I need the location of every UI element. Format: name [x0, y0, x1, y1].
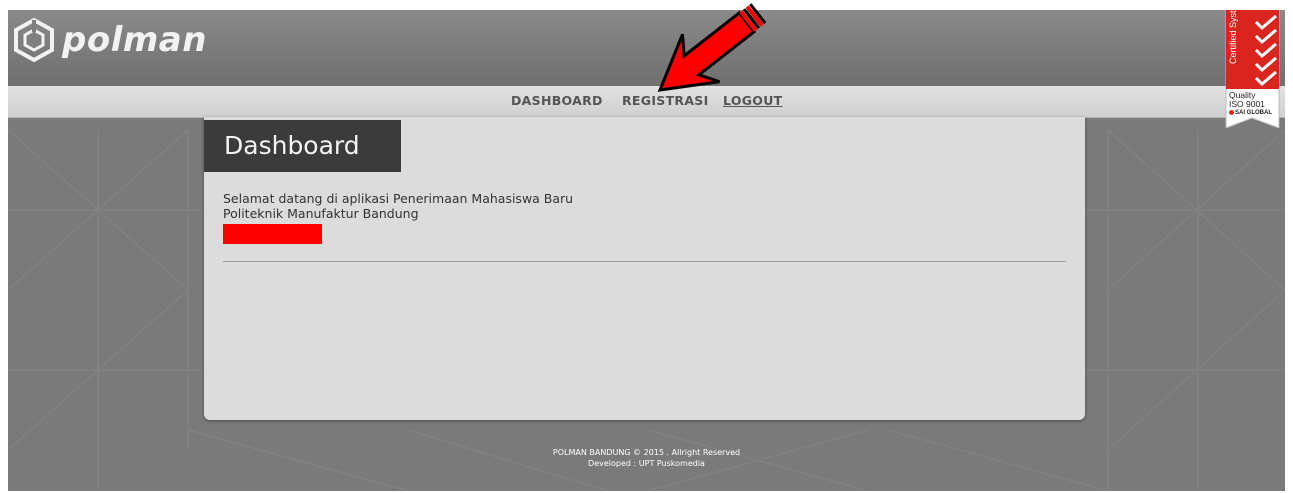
- welcome-message: Selamat datang di aplikasi Penerimaan Ma…: [223, 191, 573, 221]
- iso-certification-badge: Certified System Quality ISO 9001 SAI GL…: [1224, 10, 1281, 128]
- nav-dashboard[interactable]: DASHBOARD: [511, 93, 603, 108]
- nav-logout[interactable]: LOGOUT: [723, 93, 783, 108]
- welcome-line-1: Selamat datang di aplikasi Penerimaan Ma…: [223, 191, 574, 206]
- badge-org: SAI GLOBAL: [1229, 110, 1272, 116]
- polman-hexagon-logo-icon: [14, 17, 54, 63]
- footer-copyright: POLMAN BANDUNG © 2015 . Allright Reserve…: [552, 448, 741, 457]
- footer: POLMAN BANDUNG © 2015 . Allright Reserve…: [8, 447, 1285, 469]
- brand-logo[interactable]: polman: [12, 16, 207, 64]
- main-nav: DASHBOARD REGISTRASI LOGOUT: [8, 86, 1285, 118]
- header-bar: polman: [8, 10, 1285, 86]
- welcome-line-2: Politeknik Manufaktur Bandung: [223, 206, 419, 221]
- nav-registrasi[interactable]: REGISTRASI: [622, 93, 709, 108]
- badge-label: Quality ISO 9001 SAI GLOBAL: [1226, 89, 1279, 128]
- panel-title-tab: Dashboard: [204, 120, 401, 172]
- brand-name: polman: [62, 20, 207, 60]
- badge-certified-text: Certified System: [1228, 10, 1238, 64]
- page-title: Dashboard: [224, 131, 360, 160]
- footer-developer: Developed : UPT Puskomedia: [588, 459, 705, 468]
- badge-org-text: SAI GLOBAL: [1235, 110, 1272, 117]
- dashboard-panel: Dashboard Selamat datang di aplikasi Pen…: [204, 117, 1085, 420]
- divider: [223, 261, 1066, 262]
- redacted-username: [223, 224, 322, 244]
- page-frame: polman DASHBOARD REGISTRASI LOGOUT Dashb…: [8, 10, 1285, 491]
- badge-red-block: Certified System: [1226, 10, 1279, 89]
- badge-iso: ISO 9001: [1229, 99, 1265, 109]
- check-marks-icon: [1254, 14, 1277, 86]
- sai-dot-icon: [1229, 110, 1234, 115]
